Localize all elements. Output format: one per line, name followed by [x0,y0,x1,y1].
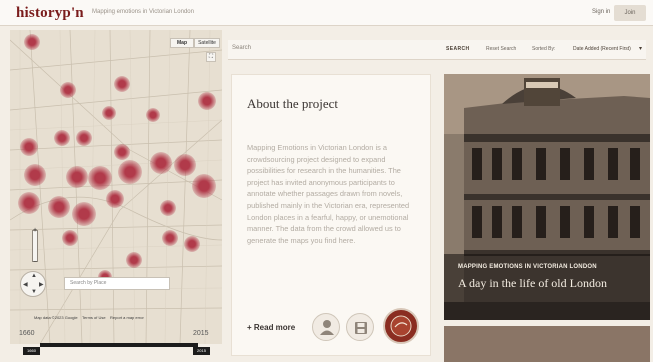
pan-control[interactable]: ▲ ▼ ◀ ▶ [20,271,46,297]
map-type-map-button[interactable]: Map [170,38,194,48]
photo-title: A day in the life of old London [458,276,607,290]
timeline-track[interactable] [40,343,198,347]
timeline-start-label: 1660 [19,330,35,337]
emotion-hotspot[interactable] [118,160,142,184]
pan-up-icon[interactable]: ▲ [31,273,37,279]
site-tagline: Mapping emotions in Victorian London [92,9,194,15]
about-body: Mapping Emotions in Victorian London is … [247,143,410,245]
emotion-hotspot[interactable] [162,230,178,246]
read-more-link[interactable]: + Read more [247,323,295,332]
join-button[interactable]: Join [614,5,646,21]
zoom-out-icon[interactable]: − [30,258,40,267]
about-title: About the project [247,96,338,111]
pan-right-icon[interactable]: ▶ [39,281,44,288]
emotion-hotspot[interactable] [48,196,70,218]
emotion-hotspot[interactable] [72,202,96,226]
search-bar: Search SEARCH Reset Search Sorted By: Da… [228,40,646,60]
sort-by-label: Sorted By: [532,46,556,52]
emotion-hotspot[interactable] [18,192,40,214]
emotion-hotspot[interactable] [106,190,124,208]
search-button[interactable]: SEARCH [446,46,470,52]
save-icon[interactable] [346,313,374,341]
emotion-hotspot[interactable] [54,130,70,146]
emotion-hotspot[interactable] [114,144,130,160]
emotion-hotspot[interactable] [150,152,172,174]
emotion-hotspot[interactable] [88,166,112,190]
reset-search-button[interactable]: Reset Search [486,46,516,52]
fullscreen-icon[interactable]: ⛶ [206,52,216,62]
emotion-map[interactable]: Map Satellite ⛶ + − ▲ ▼ ◀ ▶ Search by Pl… [10,30,222,344]
emotion-hotspot[interactable] [126,252,142,268]
about-card: About the project Mapping Emotions in Vi… [231,74,431,356]
report-map-error-link[interactable]: Report a map error [110,315,144,320]
emotion-hotspot[interactable] [184,236,200,252]
zoom-in-icon[interactable]: + [30,226,40,235]
sort-select[interactable]: Date Added (Recent First) [573,46,631,52]
text-fade [232,255,430,295]
emotion-hotspot[interactable] [20,138,38,156]
emotion-hotspot[interactable] [198,92,216,110]
emotion-hotspot[interactable] [160,200,176,216]
photo-subtitle: MAPPING EMOTIONS IN VICTORIAN LONDON [458,264,597,270]
search-input[interactable]: Search [232,45,251,51]
emotion-hotspot[interactable] [76,130,92,146]
site-logo[interactable]: historyp'n [16,5,84,22]
sign-in-link[interactable]: Sign in [592,9,610,15]
pan-left-icon[interactable]: ◀ [23,281,28,288]
timeline-end-handle[interactable]: 2015 [193,347,210,355]
chevron-down-icon[interactable]: ▾ [639,45,642,52]
featured-photo[interactable]: MAPPING EMOTIONS IN VICTORIAN LONDON A d… [444,74,650,320]
emotion-hotspot[interactable] [102,106,116,120]
emotion-hotspot[interactable] [174,154,196,176]
emotion-hotspot[interactable] [24,164,46,186]
emotion-hotspot[interactable] [62,230,78,246]
pan-down-icon[interactable]: ▼ [31,289,37,295]
emotion-hotspot[interactable] [66,166,88,188]
next-photo-preview[interactable] [444,326,650,362]
emotion-hotspot[interactable] [146,108,160,122]
timeline-slider[interactable]: 1660 2015 1660 2015 [10,330,222,356]
map-type-satellite-button[interactable]: Satellite [194,38,220,48]
emotion-hotspot[interactable] [24,34,40,50]
map-credits: Map data ©2023 Google Terms of Use Repor… [34,315,222,320]
emotion-hotspot[interactable] [60,82,76,98]
top-bar: historyp'n Mapping emotions in Victorian… [0,0,653,26]
terms-link[interactable]: Terms of Use [82,315,106,320]
place-search-input[interactable]: Search by Place [64,277,170,290]
person-icon[interactable] [312,313,340,341]
map-data-credit: Map data ©2023 Google [34,315,78,320]
emotion-badge-icon[interactable] [383,308,419,344]
timeline-start-handle[interactable]: 1660 [23,347,40,355]
emotion-hotspot[interactable] [114,76,130,92]
timeline-end-label: 2015 [193,330,209,337]
emotion-hotspot[interactable] [192,174,216,198]
